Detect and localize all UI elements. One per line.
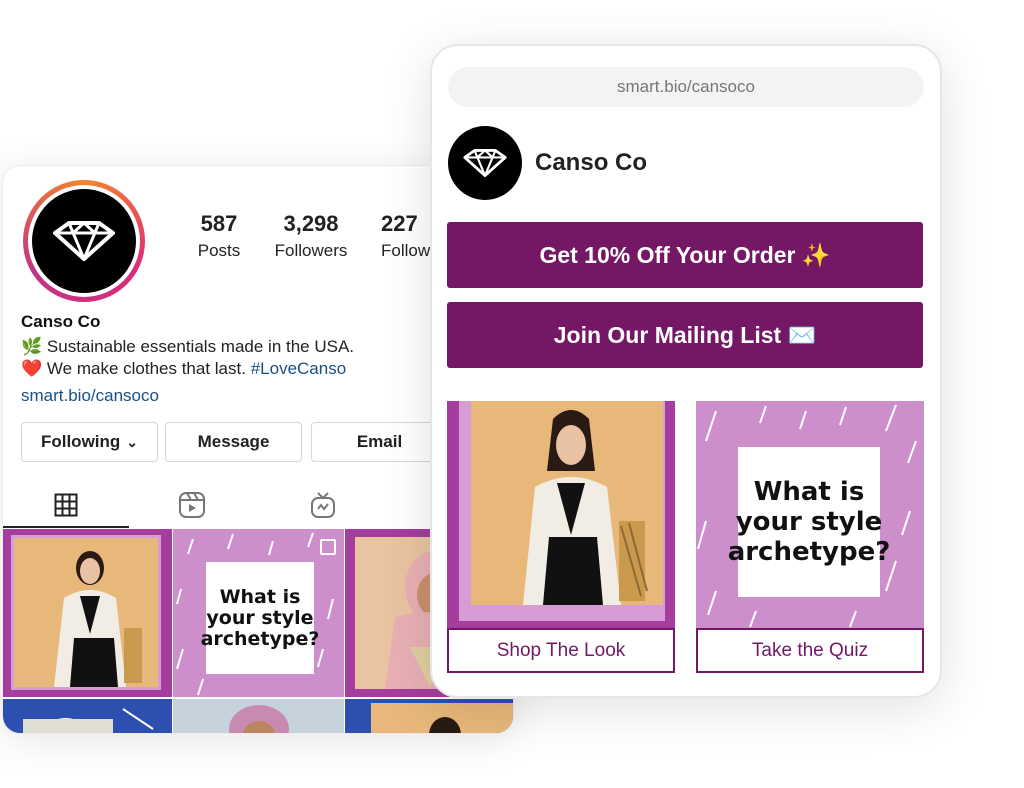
- photo-image: [371, 703, 513, 733]
- posts-count: 587: [200, 211, 238, 236]
- following-button-label: Following: [40, 432, 121, 451]
- photo-image: [23, 708, 154, 733]
- leaf-emoji-icon: 🌿: [21, 337, 43, 356]
- photo-frame: [459, 401, 665, 621]
- woman-blazer-photo: [471, 401, 663, 605]
- post-thumbnail-hijab-sky[interactable]: [173, 699, 344, 733]
- grid-icon: [54, 493, 78, 517]
- bio-link[interactable]: smart.bio/cansoco: [21, 386, 159, 406]
- following-button[interactable]: Following ⌄: [21, 422, 158, 462]
- active-tab-indicator: [3, 526, 129, 528]
- bio-line-2: We make clothes that last.: [46, 359, 246, 378]
- take-the-quiz-tile[interactable]: What is your style archetype? Take the Q…: [696, 401, 924, 673]
- quiz-card: What is your style archetype?: [201, 562, 319, 674]
- followers-stat[interactable]: 3,298 Followers: [271, 211, 351, 261]
- url-bar[interactable]: smart.bio/cansoco: [448, 67, 924, 107]
- multiple-posts-icon: [320, 539, 336, 555]
- post-thumbnail-style-quiz[interactable]: What is your style archetype?: [173, 529, 344, 697]
- photo-image: [229, 705, 289, 733]
- photo-image: [11, 535, 161, 690]
- mailing-list-cta-button[interactable]: Join Our Mailing List ✉️: [447, 302, 923, 368]
- quiz-text-line: your style: [735, 507, 883, 537]
- heart-emoji-icon: ❤️: [21, 359, 43, 378]
- discount-cta-button[interactable]: Get 10% Off Your Order ✨: [447, 222, 923, 288]
- quiz-text-line: What is: [219, 585, 301, 608]
- brand-name: Canso Co: [535, 149, 648, 176]
- avatar: [28, 185, 140, 297]
- diamond-logo-icon: [32, 189, 136, 293]
- shop-the-look-caption[interactable]: Shop The Look: [447, 628, 675, 673]
- followers-label: Followers: [274, 241, 348, 260]
- quiz-text-line: archetype?: [200, 627, 320, 650]
- diamond-logo-icon: [448, 126, 522, 200]
- avatar-story-ring[interactable]: [23, 180, 145, 302]
- quiz-text-line: your style: [206, 606, 314, 629]
- followers-count: 3,298: [283, 211, 339, 236]
- posts-label: Posts: [197, 241, 241, 260]
- tab-grid[interactable]: [3, 482, 129, 528]
- posts-stat[interactable]: 587 Posts: [191, 211, 247, 261]
- quiz-card: What is your style archetype?: [728, 447, 890, 597]
- tab-igtv[interactable]: [255, 482, 391, 528]
- email-button[interactable]: Email: [311, 422, 448, 462]
- message-button[interactable]: Message: [165, 422, 302, 462]
- bio-line-1: Sustainable essentials made in the USA.: [46, 337, 355, 356]
- post-thumbnail-blue[interactable]: [3, 699, 172, 733]
- take-the-quiz-caption[interactable]: Take the Quiz: [696, 628, 924, 673]
- post-thumbnail-woman-orange[interactable]: [345, 699, 513, 733]
- igtv-icon: [311, 492, 335, 518]
- profile-bio: 🌿 Sustainable essentials made in the USA…: [21, 336, 354, 380]
- chevron-down-icon: ⌄: [126, 433, 139, 450]
- profile-name: Canso Co: [21, 312, 101, 331]
- tab-reels[interactable]: [129, 482, 255, 528]
- reels-icon: [179, 492, 205, 518]
- bio-hashtag-link[interactable]: #LoveCanso: [251, 359, 346, 378]
- shop-the-look-tile[interactable]: Shop The Look: [447, 401, 675, 673]
- smartbio-preview-panel: smart.bio/cansoco Canso Co Get 10% Off Y…: [430, 44, 942, 698]
- post-thumbnail-woman-blazer[interactable]: [3, 529, 172, 697]
- quiz-text-line: archetype?: [727, 537, 891, 567]
- quiz-text-line: What is: [753, 477, 865, 507]
